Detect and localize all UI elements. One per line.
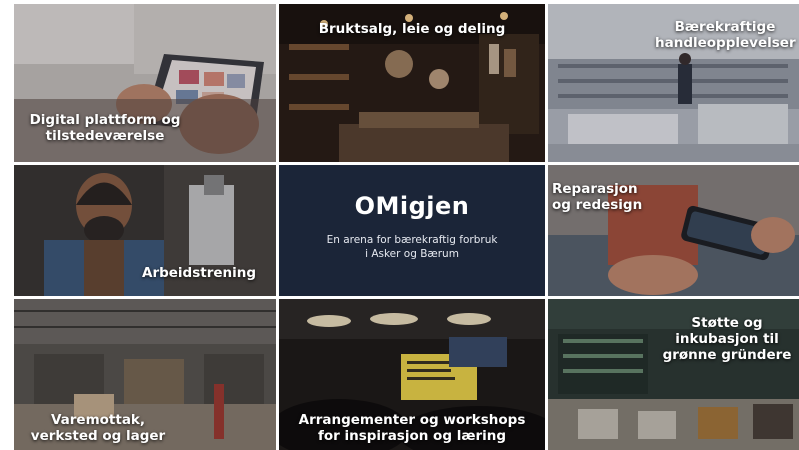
tile-events-workshops: Arrangementer og workshops for inspirasj… <box>279 299 545 450</box>
tile-label: Digital plattform og tilstedeværelse <box>29 112 181 144</box>
tile-sustainable-shopping: Bærekraftige handleopplevelser <box>548 4 799 162</box>
tile-label: Bærekraftige handleopplevelser <box>655 19 796 51</box>
brand-tagline: En arena for bærekraftig forbruk i Asker… <box>326 234 498 260</box>
tile-repair-redesign: Reparasjon og redesign <box>548 165 799 296</box>
tile-label: Støtte og inkubasjon til grønne gründere <box>662 315 792 363</box>
tile-label: Reparasjon og redesign <box>552 181 643 213</box>
image-collage: Digital plattform og tilstedeværelse Bru… <box>14 4 799 450</box>
brand-title: OMigjen <box>354 192 470 220</box>
tile-secondhand-shop: Bruktsalg, leie og deling <box>279 4 545 162</box>
tile-warehouse: Varemottak, verksted og lager <box>14 299 276 450</box>
logo-panel: OMigjen En arena for bærekraftig forbruk… <box>279 165 545 296</box>
tile-work-training: Arbeidstrening <box>14 165 276 296</box>
tile-label: Varemottak, verksted og lager <box>30 412 166 444</box>
tile-green-entrepreneurs: Støtte og inkubasjon til grønne gründere <box>548 299 799 450</box>
tile-label: Arbeidstrening <box>142 265 257 281</box>
tile-label: Bruktsalg, leie og deling <box>318 21 506 37</box>
tile-digital-platform: Digital plattform og tilstedeværelse <box>14 4 276 162</box>
tile-label: Arrangementer og workshops for inspirasj… <box>298 412 526 444</box>
